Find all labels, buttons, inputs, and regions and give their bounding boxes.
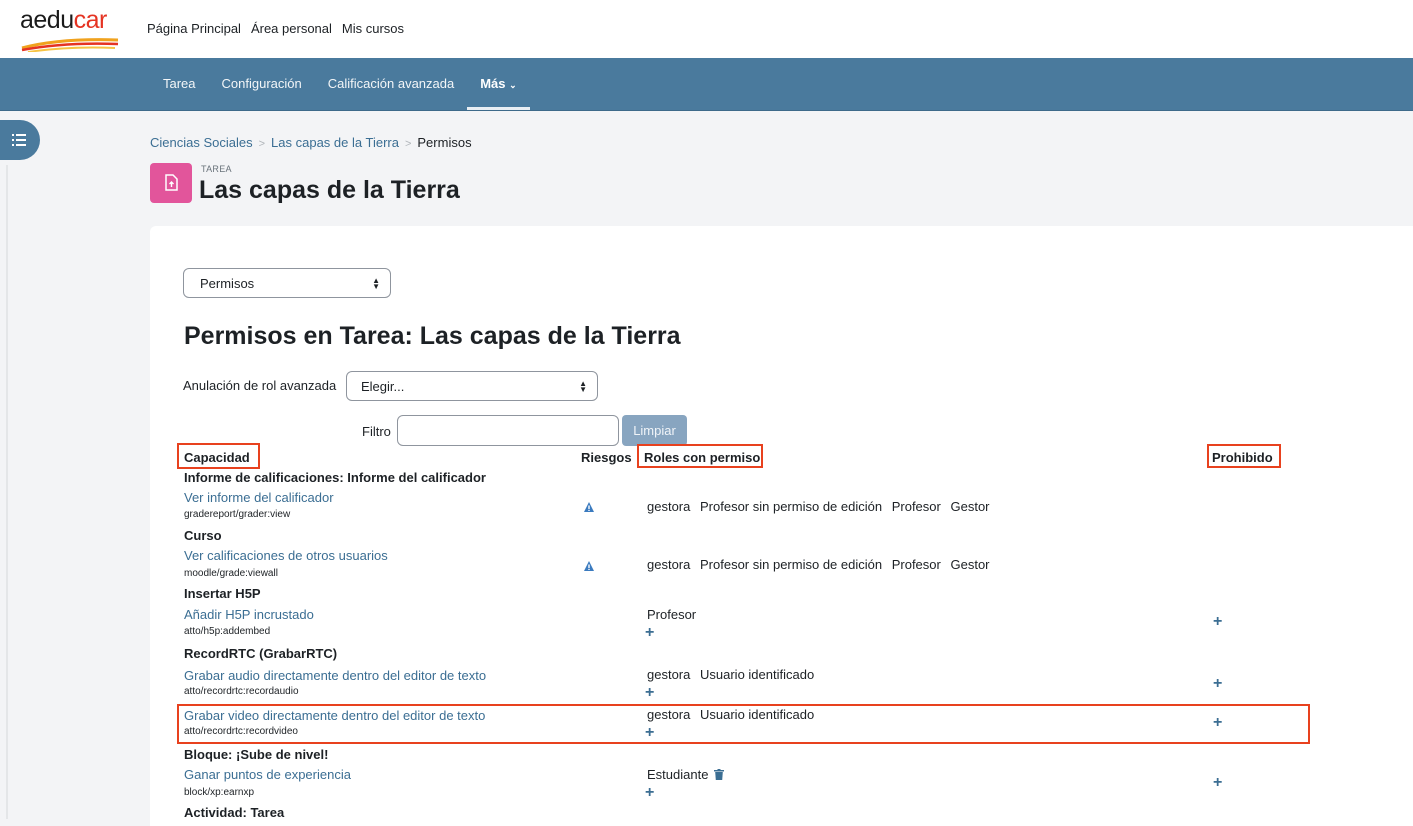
highlight-roles xyxy=(637,444,763,468)
add-role-plus-icon[interactable]: + xyxy=(645,785,654,801)
list-icon xyxy=(12,134,26,146)
capability-code: moodle/grade:viewall xyxy=(184,568,278,579)
capability-code: block/xp:earnxp xyxy=(184,787,255,798)
add-role-plus-icon[interactable]: + xyxy=(645,625,654,641)
clear-filter-button[interactable]: Limpiar xyxy=(622,415,687,446)
top-nav: Página Principal Área personal Mis curso… xyxy=(147,21,404,36)
capability-code: atto/recordrtc:recordvideo xyxy=(184,726,298,737)
add-prohibit-plus-icon[interactable]: + xyxy=(1213,676,1222,692)
secondary-nav: Tarea Configuración Calificación avanzad… xyxy=(0,58,1413,111)
breadcrumb-course[interactable]: Ciencias Sociales xyxy=(150,135,253,150)
breadcrumb-activity[interactable]: Las capas de la Tierra xyxy=(271,135,399,150)
role-badge: Usuario identificado xyxy=(700,667,815,682)
chevron-down-icon: ⌄ xyxy=(509,80,517,90)
add-role-plus-icon[interactable]: + xyxy=(645,685,654,701)
highlight-prohibited xyxy=(1207,444,1281,468)
role-badge: Gestor xyxy=(950,499,990,514)
tab-settings[interactable]: Configuración xyxy=(209,58,315,110)
risk-warning-icon[interactable] xyxy=(583,501,595,513)
roles-list: Estudiante xyxy=(647,767,725,782)
logo-swoosh-icon xyxy=(21,38,119,52)
role-badge: Profesor sin permiso de edición xyxy=(700,557,883,572)
capability-link[interactable]: Añadir H5P incrustado xyxy=(184,607,314,622)
capability-code: atto/h5p:addembed xyxy=(184,626,271,637)
group-heading: Insertar H5P xyxy=(184,586,261,601)
select-arrows-icon: ▲ ▼ xyxy=(579,379,587,394)
risk-warning-icon[interactable] xyxy=(583,560,595,572)
role-badge: Estudiante xyxy=(647,767,709,782)
course-index-toggle[interactable] xyxy=(0,120,40,160)
group-heading: Actividad: Tarea xyxy=(184,805,285,820)
permissions-select-value: Permisos xyxy=(200,276,255,291)
site-logo[interactable]: aeducar xyxy=(20,6,120,52)
capability-link[interactable]: Ver calificaciones de otros usuarios xyxy=(184,548,388,563)
capability-link[interactable]: Ver informe del calificador xyxy=(184,490,334,505)
add-prohibit-plus-icon[interactable]: + xyxy=(1213,614,1222,630)
tab-assignment[interactable]: Tarea xyxy=(150,58,209,110)
breadcrumb-current: Permisos xyxy=(417,135,472,150)
role-badge: Profesor xyxy=(891,499,941,514)
permissions-select[interactable]: Permisos ▲ ▼ xyxy=(183,268,391,298)
tab-more[interactable]: Más ⌄ xyxy=(467,58,531,110)
header-risks: Riesgos xyxy=(581,450,632,465)
capability-link[interactable]: Grabar audio directamente dentro del edi… xyxy=(184,668,486,683)
add-prohibit-plus-icon[interactable]: + xyxy=(1213,715,1222,731)
logo-text: aeducar xyxy=(20,6,107,34)
group-heading: Bloque: ¡Sube de nivel! xyxy=(184,747,329,762)
group-heading: Informe de calificaciones: Informe del c… xyxy=(184,470,486,485)
breadcrumb: Ciencias Sociales > Las capas de la Tierra… xyxy=(150,135,472,150)
filter-label: Filtro xyxy=(362,424,391,439)
trash-icon[interactable] xyxy=(714,769,725,780)
capability-link[interactable]: Grabar video directamente dentro del edi… xyxy=(184,708,485,723)
nav-dashboard[interactable]: Área personal xyxy=(251,21,332,36)
roles-list: Profesor xyxy=(647,607,702,622)
role-badge: Profesor xyxy=(891,557,941,572)
nav-home[interactable]: Página Principal xyxy=(147,21,241,36)
permissions-heading: Permisos en Tarea: Las capas de la Tierr… xyxy=(184,322,681,350)
module-type: TAREA xyxy=(201,164,232,174)
role-badge: Usuario identificado xyxy=(700,707,815,722)
role-badge: Profesor sin permiso de edición xyxy=(700,499,883,514)
drawer-edge xyxy=(6,165,8,819)
capability-code: atto/recordrtc:recordaudio xyxy=(184,686,299,697)
advanced-override-select[interactable]: Elegir... ▲ ▼ xyxy=(346,371,598,401)
select-arrows-icon: ▲ ▼ xyxy=(372,276,380,291)
roles-list: gestora Usuario identificado xyxy=(647,667,820,682)
tab-more-label: Más xyxy=(480,76,506,91)
capability-code: gradereport/grader:view xyxy=(184,509,291,520)
group-heading: Curso xyxy=(184,528,222,543)
assignment-icon xyxy=(150,163,192,203)
advanced-override-label: Anulación de rol avanzada xyxy=(183,378,337,393)
filter-input[interactable] xyxy=(397,415,619,446)
add-prohibit-plus-icon[interactable]: + xyxy=(1213,775,1222,791)
capability-link[interactable]: Ganar puntos de experiencia xyxy=(184,767,351,782)
group-heading: RecordRTC (GrabarRTC) xyxy=(184,646,338,661)
role-badge: gestora xyxy=(647,499,691,514)
chevron-right-icon: > xyxy=(258,138,266,150)
page-title: Las capas de la Tierra xyxy=(199,176,460,204)
roles-list: gestora Profesor sin permiso de edición … xyxy=(647,499,996,514)
top-bar: aeducar Página Principal Área personal M… xyxy=(0,0,1413,58)
highlight-capability xyxy=(177,443,260,469)
advanced-override-value: Elegir... xyxy=(361,379,405,394)
roles-list: gestora Profesor sin permiso de edición … xyxy=(647,557,996,572)
chevron-right-icon: > xyxy=(404,138,412,150)
nav-my-courses[interactable]: Mis cursos xyxy=(342,21,404,36)
role-badge: gestora xyxy=(647,667,691,682)
tab-advanced-grading[interactable]: Calificación avanzada xyxy=(315,58,467,110)
role-badge: gestora xyxy=(647,557,691,572)
role-badge: gestora xyxy=(647,707,691,722)
roles-list: gestora Usuario identificado xyxy=(647,707,820,722)
role-badge: Gestor xyxy=(950,557,990,572)
role-badge: Profesor xyxy=(647,607,697,622)
add-role-plus-icon[interactable]: + xyxy=(645,725,654,741)
